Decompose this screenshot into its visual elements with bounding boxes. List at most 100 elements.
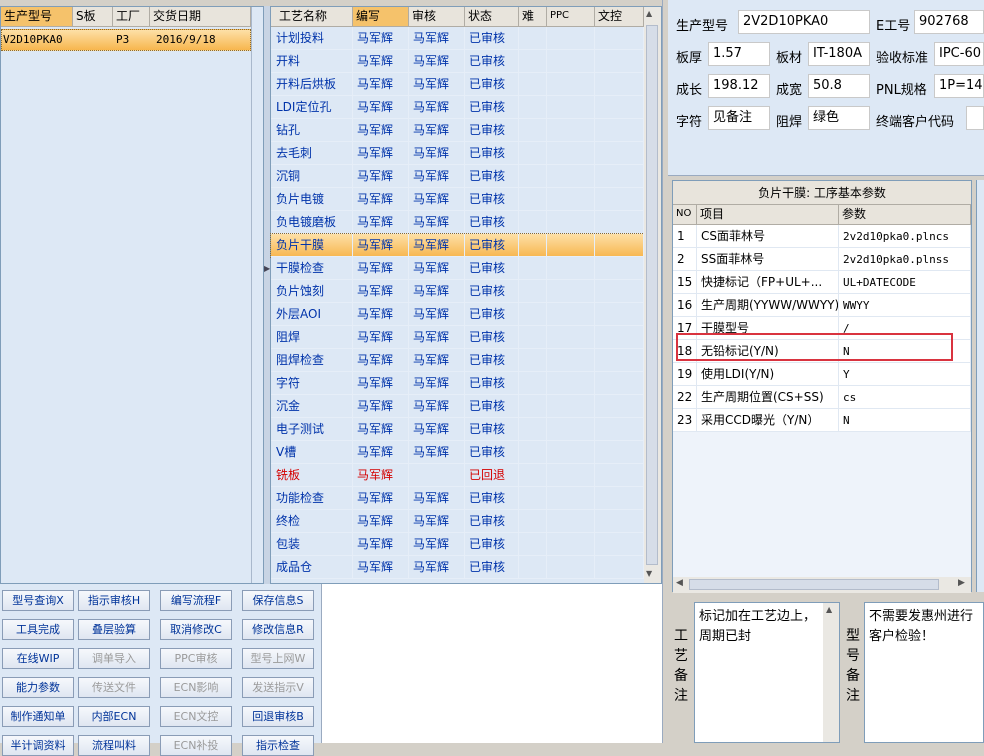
- button-1-2[interactable]: 取消修改C: [160, 619, 232, 640]
- param-row[interactable]: 16 生产周期(YYWW/WWYY) WWYY: [673, 294, 971, 317]
- scroll-left-arrow-icon[interactable]: ◀: [676, 578, 683, 588]
- table-row[interactable]: 阻焊检查 马军辉 马军辉 已审核: [271, 349, 644, 372]
- col-header-factory[interactable]: 工厂: [113, 7, 150, 27]
- table-row[interactable]: LDI定位孔 马军辉 马军辉 已审核: [271, 96, 644, 119]
- button-3-2[interactable]: ECN影响: [160, 677, 232, 698]
- table-row[interactable]: 功能检查 马军辉 马军辉 已审核: [271, 487, 644, 510]
- model-remark-box[interactable]: 不需要发惠州进行客户检验！: [864, 602, 984, 743]
- button-4-0[interactable]: 制作通知单: [2, 706, 74, 727]
- col-header-item[interactable]: 项目: [697, 205, 839, 225]
- field-thickness[interactable]: 1.57: [708, 42, 770, 66]
- field-standard[interactable]: IPC-60: [934, 42, 984, 66]
- button-2-1[interactable]: 调单导入: [78, 648, 150, 669]
- param-row[interactable]: 22 生产周期位置(CS+SS) cs: [673, 386, 971, 409]
- param-row[interactable]: 1 CS面菲林号 2v2d10pka0.plncs: [673, 225, 971, 248]
- param-row[interactable]: 23 采用CCD曝光（Y/N） N: [673, 409, 971, 432]
- h-scroll-thumb[interactable]: [689, 579, 939, 590]
- param-item: SS面菲林号: [697, 248, 839, 271]
- process-remark-box[interactable]: 标记加在工艺边上，周期已封 ▲: [694, 602, 840, 743]
- table-row[interactable]: 外层AOI 马军辉 马军辉 已审核: [271, 303, 644, 326]
- col-header-review[interactable]: 审核: [409, 7, 465, 27]
- table-row[interactable]: 电子测试 马军辉 马军辉 已审核: [271, 418, 644, 441]
- table-row[interactable]: 铣板 马军辉 已回退: [271, 464, 644, 487]
- field-character[interactable]: 见备注: [708, 106, 770, 130]
- table-row[interactable]: 钻孔 马军辉 马军辉 已审核: [271, 119, 644, 142]
- col-header-process[interactable]: 工艺名称: [271, 7, 353, 27]
- button-0-3[interactable]: 保存信息S: [242, 590, 314, 611]
- button-1-0[interactable]: 工具完成: [2, 619, 74, 640]
- button-5-2[interactable]: ECN补投: [160, 735, 232, 756]
- button-0-1[interactable]: 指示审核H: [78, 590, 150, 611]
- table-row[interactable]: V槽 马军辉 马军辉 已审核: [271, 441, 644, 464]
- button-3-3[interactable]: 发送指示V: [242, 677, 314, 698]
- table-row[interactable]: 计划投料 马军辉 马军辉 已审核: [271, 27, 644, 50]
- table-row[interactable]: 字符 马军辉 马军辉 已审核: [271, 372, 644, 395]
- table-row[interactable]: 去毛刺 马军辉 马军辉 已审核: [271, 142, 644, 165]
- table-row[interactable]: 终检 马军辉 马军辉 已审核: [271, 510, 644, 533]
- table-row[interactable]: 干膜检查 马军辉 马军辉 已审核: [271, 257, 644, 280]
- table-row[interactable]: 开料 马军辉 马军辉 已审核: [271, 50, 644, 73]
- field-model[interactable]: 2V2D10PKA0: [738, 10, 870, 34]
- param-row[interactable]: 19 使用LDI(Y/N) Y: [673, 363, 971, 386]
- field-length[interactable]: 198.12: [708, 74, 770, 98]
- cell-difficulty: [519, 372, 547, 395]
- col-header-status[interactable]: 状态: [465, 7, 519, 27]
- table-row[interactable]: 开料后烘板 马军辉 马军辉 已审核: [271, 73, 644, 96]
- col-header-no[interactable]: NO: [673, 205, 697, 225]
- vertical-scrollbar[interactable]: ▲ ▼: [644, 7, 661, 583]
- col-header-author[interactable]: 编写: [353, 7, 409, 27]
- field-pnl[interactable]: 1P=14: [934, 74, 984, 98]
- button-5-0[interactable]: 半计调资料: [2, 735, 74, 756]
- field-solder[interactable]: 绿色: [808, 106, 870, 130]
- button-1-1[interactable]: 叠层验算: [78, 619, 150, 640]
- col-header-sboard[interactable]: S板: [73, 7, 113, 27]
- table-row[interactable]: 沉金 马军辉 马军辉 已审核: [271, 395, 644, 418]
- button-4-2[interactable]: ECN文控: [160, 706, 232, 727]
- button-2-2[interactable]: PPC审核: [160, 648, 232, 669]
- table-row[interactable]: V2D10PKA0 P3 2016/9/18: [1, 29, 251, 51]
- button-5-1[interactable]: 流程叫料: [78, 735, 150, 756]
- table-row[interactable]: 包装 马军辉 马军辉 已审核: [271, 533, 644, 556]
- col-header-difficulty[interactable]: 难: [519, 7, 547, 27]
- button-4-1[interactable]: 内部ECN: [78, 706, 150, 727]
- field-customer-code[interactable]: [966, 106, 984, 130]
- cell-status: 已审核: [465, 533, 519, 556]
- col-header-doc[interactable]: 文控: [595, 7, 644, 27]
- scroll-down-arrow-icon[interactable]: ▼: [646, 569, 652, 578]
- field-material[interactable]: IT-180A: [808, 42, 870, 66]
- col-header-delivery[interactable]: 交货日期: [150, 7, 251, 27]
- table-row[interactable]: 沉铜 马军辉 马军辉 已审核: [271, 165, 644, 188]
- button-0-0[interactable]: 型号查询X: [2, 590, 74, 611]
- label-model: 生产型号: [676, 19, 729, 34]
- scroll-right-arrow-icon[interactable]: ▶: [958, 578, 965, 588]
- cell-doc-control: [595, 234, 644, 257]
- horizontal-scrollbar[interactable]: ◀ ▶: [673, 577, 971, 593]
- field-width[interactable]: 50.8: [808, 74, 870, 98]
- button-4-3[interactable]: 回退审核B: [242, 706, 314, 727]
- scroll-thumb[interactable]: [646, 25, 658, 565]
- col-header-ppc[interactable]: PPC: [547, 7, 595, 27]
- table-row[interactable]: 负片干膜 马军辉 马军辉 已审核: [270, 233, 645, 258]
- cell-author: 马军辉: [353, 234, 409, 257]
- button-3-1[interactable]: 传送文件: [78, 677, 150, 698]
- cell-difficulty: [519, 510, 547, 533]
- button-2-3[interactable]: 型号上网W: [242, 648, 314, 669]
- table-row[interactable]: 负片电镀 马军辉 马军辉 已审核: [271, 188, 644, 211]
- table-row[interactable]: 阻焊 马军辉 马军辉 已审核: [271, 326, 644, 349]
- scroll-up-arrow-icon[interactable]: ▲: [826, 605, 832, 614]
- table-row[interactable]: 负片蚀刻 马军辉 马军辉 已审核: [271, 280, 644, 303]
- param-row[interactable]: 2 SS面菲林号 2v2d10pka0.plnss: [673, 248, 971, 271]
- button-2-0[interactable]: 在线WIP: [2, 648, 74, 669]
- button-3-0[interactable]: 能力参数: [2, 677, 74, 698]
- button-0-2[interactable]: 编写流程F: [160, 590, 232, 611]
- col-header-param[interactable]: 参数: [839, 205, 971, 225]
- field-e-number[interactable]: 902768: [914, 10, 984, 34]
- col-header-model[interactable]: 生产型号: [1, 7, 73, 27]
- table-row[interactable]: 负电镀磨板 马军辉 马军辉 已审核: [271, 211, 644, 234]
- param-row[interactable]: 15 快捷标记（FP+UL+... UL+DATECODE: [673, 271, 971, 294]
- scroll-up-arrow-icon[interactable]: ▲: [646, 9, 652, 18]
- table-row[interactable]: 成品仓 马军辉 马军辉 已审核: [271, 556, 644, 579]
- button-1-3[interactable]: 修改信息R: [242, 619, 314, 640]
- process-remark-scrollbar[interactable]: ▲: [823, 603, 839, 742]
- button-5-3[interactable]: 指示检查: [242, 735, 314, 756]
